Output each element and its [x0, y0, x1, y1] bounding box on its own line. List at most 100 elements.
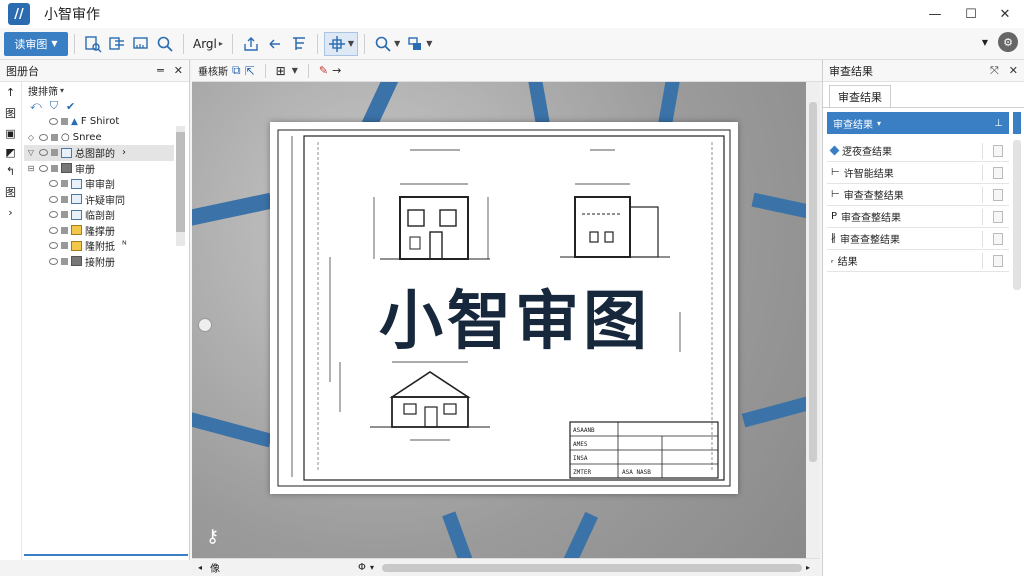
- lock-icon[interactable]: [61, 226, 68, 234]
- side-tool-image-icon[interactable]: 图: [5, 184, 16, 200]
- side-tool-expand-icon[interactable]: ›: [8, 206, 12, 219]
- layers-tool-button[interactable]: [105, 32, 129, 56]
- visibility-icon[interactable]: [49, 118, 58, 126]
- key-tool-icon[interactable]: ⚷: [206, 526, 219, 547]
- visibility-icon[interactable]: [49, 211, 58, 219]
- user-account-icon[interactable]: ⚙: [998, 32, 1018, 52]
- expand-toggle-icon[interactable]: ⊟: [26, 164, 36, 173]
- filter-icon[interactable]: ⛉: [50, 99, 58, 113]
- new-layer-icon[interactable]: ⤺: [30, 99, 42, 113]
- close-button[interactable]: ✕: [988, 0, 1022, 28]
- pan-handle-icon[interactable]: [198, 318, 212, 332]
- side-tool-map-icon[interactable]: 图: [5, 105, 16, 121]
- visibility-icon[interactable]: [39, 164, 48, 172]
- lock-icon[interactable]: [61, 257, 68, 265]
- document-icon[interactable]: [993, 211, 1003, 223]
- scroll-right-icon[interactable]: ▸: [806, 563, 810, 572]
- document-icon[interactable]: [993, 167, 1003, 179]
- visibility-icon[interactable]: [39, 149, 48, 157]
- fit-icon[interactable]: ⧉: [232, 63, 241, 78]
- minimize-button[interactable]: —: [918, 0, 952, 28]
- tree-row[interactable]: 许疑审同: [24, 192, 174, 208]
- arrow-right-icon[interactable]: →: [332, 64, 341, 77]
- side-tool-shape-icon[interactable]: ◩: [5, 146, 15, 159]
- filter-dropdown[interactable]: 搜排筛 ▾: [24, 82, 174, 98]
- visibility-icon[interactable]: [49, 195, 58, 203]
- check-icon[interactable]: ✔: [66, 100, 75, 113]
- export-tool-button[interactable]: [239, 32, 263, 56]
- result-item[interactable]: ∦ 审查查整结果: [827, 228, 1009, 250]
- lock-icon[interactable]: [51, 133, 58, 141]
- drawing-viewport[interactable]: ⚷ ASAANB AMES INSA ZMTER ASA NASB 小智审图: [192, 82, 806, 558]
- tree-row[interactable]: 审审剖: [24, 176, 174, 192]
- grid-icon[interactable]: ⊞: [276, 64, 286, 78]
- result-item[interactable]: P 审查查整结果: [827, 206, 1009, 228]
- zoom-tool-button[interactable]: ▼: [371, 32, 403, 56]
- pin-icon[interactable]: ⊥: [994, 118, 1003, 129]
- result-item[interactable]: ᵣ 结果: [827, 250, 1009, 272]
- measure-tool-button[interactable]: [129, 32, 153, 56]
- tree-row[interactable]: ▲ F Shirot: [24, 114, 174, 130]
- visibility-icon[interactable]: [49, 226, 58, 234]
- viewport-vertical-scrollbar[interactable]: [806, 82, 820, 558]
- tree-row[interactable]: 隆撑册: [24, 223, 174, 239]
- chevron-down-icon: ▾: [370, 563, 375, 572]
- result-item[interactable]: ⊢ 许智能结果: [827, 162, 1009, 184]
- lock-icon[interactable]: [61, 180, 68, 188]
- drawing-sheet[interactable]: ASAANB AMES INSA ZMTER ASA NASB 小智审图: [270, 122, 738, 494]
- scroll-left-icon[interactable]: ◂: [198, 563, 202, 572]
- lock-icon[interactable]: [61, 195, 68, 203]
- document-icon[interactable]: [993, 255, 1003, 267]
- maximize-button[interactable]: ☐: [954, 0, 988, 28]
- horizontal-scroll-thumb[interactable]: [382, 564, 802, 572]
- visibility-icon[interactable]: [39, 133, 48, 141]
- more-tool-button[interactable]: ▼: [403, 32, 435, 56]
- zoom-page-button[interactable]: [81, 32, 105, 56]
- tree-row[interactable]: 接附册: [24, 254, 174, 270]
- ribbon-collapse-icon[interactable]: ▼: [982, 38, 988, 47]
- document-icon[interactable]: [993, 145, 1003, 157]
- result-item[interactable]: ⊢ 审查查整结果: [827, 184, 1009, 206]
- panel-close-icon[interactable]: ✕: [1009, 64, 1018, 78]
- markup-icon[interactable]: ✎: [319, 64, 328, 77]
- tree-row[interactable]: ⊟ 审册: [24, 161, 174, 177]
- lock-icon[interactable]: [61, 118, 68, 126]
- panel-pin-icon[interactable]: ⤧: [990, 64, 999, 78]
- tree-row[interactable]: ◇ ○ Snree: [24, 130, 174, 146]
- panel-close-icon[interactable]: ✕: [174, 64, 183, 77]
- tab-review-results[interactable]: 审查结果: [829, 85, 891, 107]
- side-tool-grid-icon[interactable]: ▣: [5, 127, 15, 140]
- lock-icon[interactable]: [61, 211, 68, 219]
- viewport-vertical-thumb[interactable]: [809, 102, 817, 462]
- panel-menu-icon[interactable]: ═: [157, 64, 164, 77]
- lock-icon[interactable]: [61, 242, 68, 250]
- expand-toggle-icon[interactable]: ◇: [26, 133, 36, 142]
- side-tool-up-icon[interactable]: ↑: [6, 86, 15, 99]
- pan-tool-button[interactable]: ▼: [323, 31, 359, 56]
- visibility-icon[interactable]: [49, 242, 58, 250]
- side-tool-return-icon[interactable]: ↰: [6, 165, 15, 178]
- search-tool-button[interactable]: [153, 32, 177, 56]
- results-dropdown[interactable]: 审查结果 ▾ ⊥: [827, 112, 1009, 134]
- document-icon[interactable]: [993, 189, 1003, 201]
- item-divider: [982, 187, 983, 203]
- result-item[interactable]: 逻夜查结果: [827, 140, 1009, 162]
- results-scrollbar[interactable]: [1013, 140, 1021, 290]
- expand-toggle-icon[interactable]: ▽: [26, 148, 36, 157]
- lock-icon[interactable]: [51, 149, 58, 157]
- tree-row[interactable]: ▽ 总图部的 ›: [24, 145, 174, 161]
- lock-icon[interactable]: [51, 164, 58, 172]
- font-dropdown-button[interactable]: Argl ▸: [190, 32, 226, 56]
- tree-row[interactable]: 隆附抵 ᴺ: [24, 238, 174, 254]
- tree-row[interactable]: 临剖剖: [24, 207, 174, 223]
- undo-tool-button[interactable]: [263, 32, 287, 56]
- left-scrollbar-thumb[interactable]: [176, 132, 185, 232]
- align-tool-button[interactable]: [287, 32, 311, 56]
- document-icon[interactable]: [993, 233, 1003, 245]
- link-icon[interactable]: ⇱: [245, 64, 255, 78]
- visibility-icon[interactable]: [49, 180, 58, 188]
- left-scrollbar[interactable]: [176, 126, 185, 246]
- viewport-horizontal-scrollbar[interactable]: ◂ 像 Φ ▾ ▸: [192, 558, 820, 576]
- review-dropdown-button[interactable]: 读审图 ▼: [4, 31, 68, 56]
- visibility-icon[interactable]: [49, 257, 58, 265]
